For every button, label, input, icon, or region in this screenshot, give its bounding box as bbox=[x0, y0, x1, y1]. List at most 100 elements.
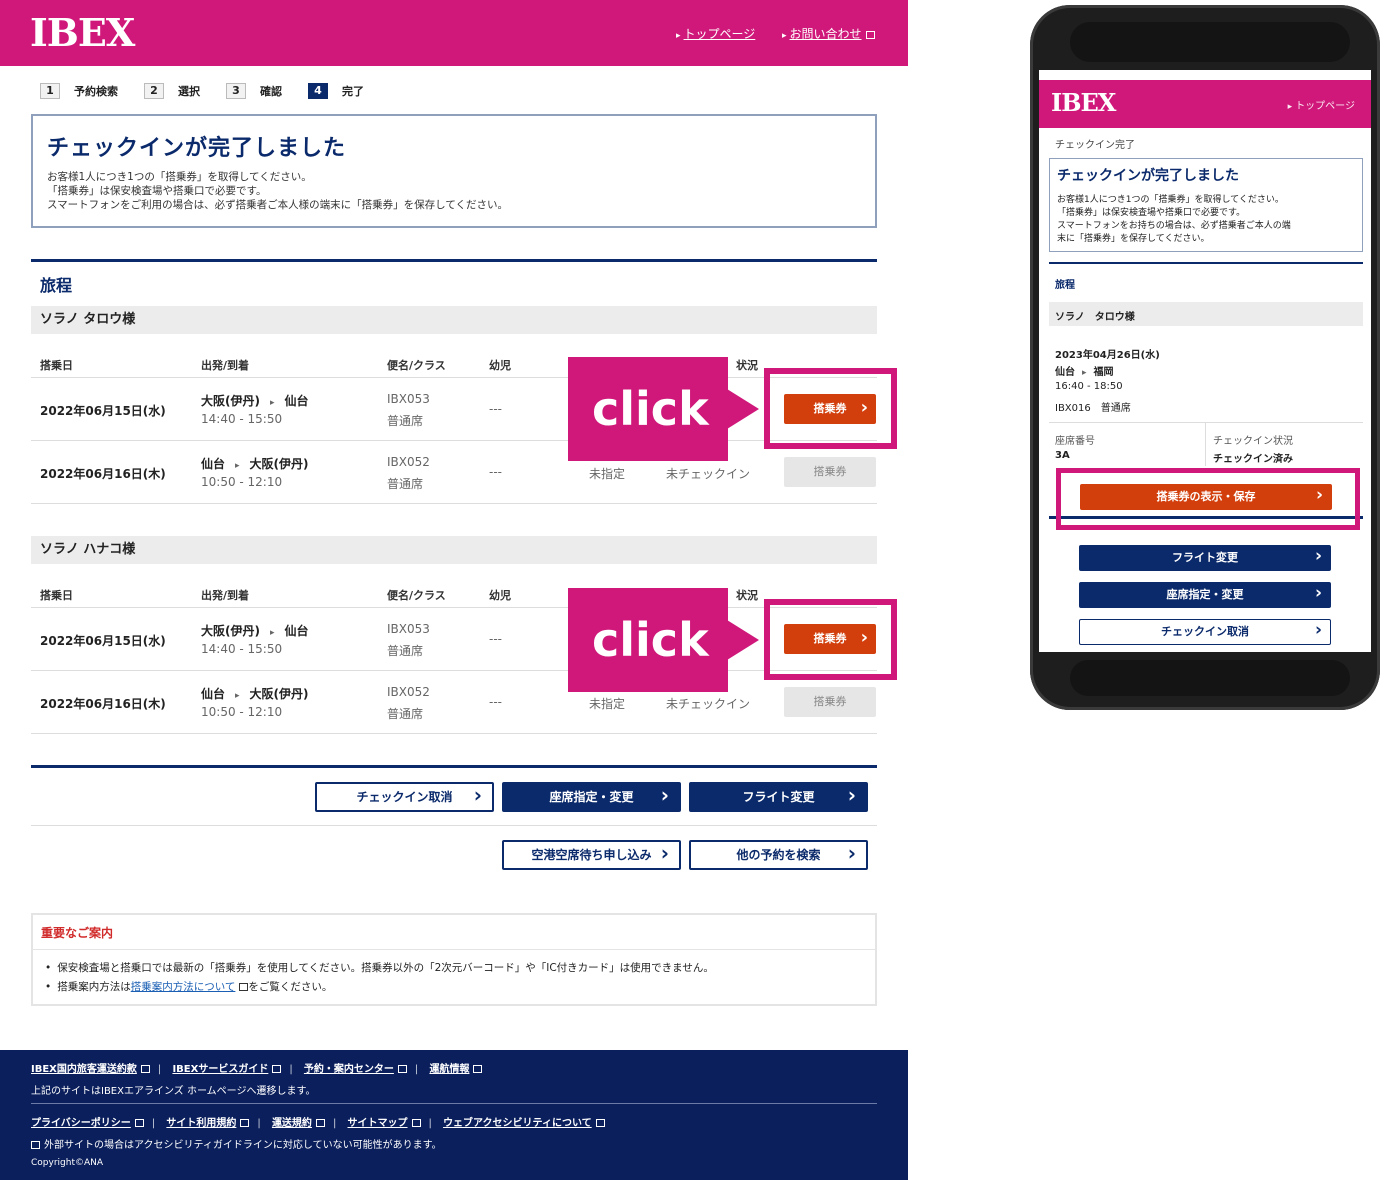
copyright: Copyright©ANA bbox=[31, 1158, 104, 1168]
top-page-link-label: トップページ bbox=[683, 27, 756, 41]
seat-change-button[interactable]: 座席指定・変更 › bbox=[502, 782, 681, 812]
click-callout: click bbox=[568, 588, 728, 692]
phone-cancel-checkin-button[interactable]: チェックイン取消 › bbox=[1079, 619, 1331, 645]
phone-seat-label: 座席番号 bbox=[1055, 436, 1095, 447]
boarding-guide-link[interactable]: 搭乗案内方法について bbox=[131, 981, 236, 993]
standby-request-button[interactable]: 空港空席待ち申し込み › bbox=[502, 840, 681, 870]
cancel-checkin-button[interactable]: チェックイン取消 › bbox=[315, 782, 494, 812]
flight-number: IBX053 bbox=[387, 392, 430, 406]
flight-number: IBX052 bbox=[387, 455, 430, 469]
external-link-icon bbox=[865, 30, 875, 39]
progress-steps: 1 予約検索 2 選択 3 確認 4 完了 bbox=[40, 82, 390, 100]
col-infant: 幼児 bbox=[489, 359, 511, 372]
footer-link-label: サイトマップ bbox=[347, 1118, 408, 1129]
footer-link-service-guide[interactable]: IBEXサービスガイド bbox=[172, 1064, 282, 1075]
phone-departure: 仙台 bbox=[1055, 367, 1075, 378]
arrow-right-icon: ▸ bbox=[235, 461, 240, 471]
flight-change-button[interactable]: フライト変更 › bbox=[689, 782, 868, 812]
phone-divider bbox=[1049, 262, 1363, 264]
step-3: 3 確認 bbox=[226, 83, 282, 99]
phone-top-page-link-label: トップページ bbox=[1295, 101, 1355, 112]
phone-breadcrumb: チェックイン完了 bbox=[1055, 140, 1135, 151]
footer-link-sitemap[interactable]: サイトマップ bbox=[348, 1118, 421, 1129]
flight-change-label: フライト変更 bbox=[742, 790, 815, 804]
ibex-logo[interactable]: IBEX bbox=[1051, 88, 1116, 117]
footer-link-terms[interactable]: サイト利用規約 bbox=[166, 1118, 250, 1129]
footer-link-carriage-terms[interactable]: IBEX国内旅客運送約款 bbox=[31, 1064, 150, 1075]
top-page-link[interactable]: トップページ bbox=[676, 25, 756, 42]
phone-passenger-name: ソラノ タロウ様 bbox=[1055, 312, 1135, 323]
boarding-pass-button-disabled: 搭乗券 bbox=[784, 687, 876, 717]
footer-link-reservation-center[interactable]: 予約・案内センター bbox=[304, 1064, 407, 1075]
seat-class: 普通席 bbox=[387, 414, 424, 428]
flight-time: 10:50 - 12:10 bbox=[201, 475, 283, 489]
phone-arrival: 福岡 bbox=[1093, 367, 1114, 378]
phone-passenger-bar: ソラノ タロウ様 bbox=[1049, 302, 1363, 326]
footer-link-accessibility[interactable]: ウェブアクセシビリティについて bbox=[443, 1118, 605, 1129]
phone-seat-change-button[interactable]: 座席指定・変更 › bbox=[1079, 582, 1331, 608]
phone-flight-change-button[interactable]: フライト変更 › bbox=[1079, 545, 1331, 571]
step-2: 2 選択 bbox=[144, 83, 200, 99]
seat-class: 普通席 bbox=[387, 644, 424, 658]
footer-link-label: IBEX国内旅客運送約款 bbox=[31, 1064, 137, 1075]
search-other-booking-button[interactable]: 他の予約を検索 › bbox=[689, 840, 868, 870]
important-notice: 重要なご案内 保安検査場と搭乗口では最新の「搭乗券」を使用してください。搭乗券以… bbox=[31, 913, 877, 1006]
flight-time: 14:40 - 15:50 bbox=[201, 412, 283, 426]
actions-rule bbox=[31, 825, 877, 826]
col-status: 状況 bbox=[736, 589, 758, 602]
footer-link-carriage[interactable]: 運送規約 bbox=[272, 1118, 325, 1129]
departure-airport: 仙台 bbox=[201, 687, 226, 701]
footer-note-text: 外部サイトの場合はアクセシビリティガイドラインに対応していない可能性があります。 bbox=[44, 1140, 442, 1151]
col-status: 状況 bbox=[736, 359, 758, 372]
phone-top-page-link[interactable]: トップページ bbox=[1288, 97, 1355, 112]
external-link-icon bbox=[240, 1119, 250, 1127]
seat-class: 普通席 bbox=[387, 477, 424, 491]
desktop-page: IBEX トップページ お問い合わせ 1 予約検索 2 選択 3 確認 4 完了 チェッ… bbox=[0, 0, 908, 1180]
phone-status-label: チェックイン状況 bbox=[1213, 436, 1293, 447]
footer-link-label: プライバシーポリシー bbox=[31, 1118, 131, 1129]
contact-link[interactable]: お問い合わせ bbox=[782, 25, 875, 42]
phone-seat-change-label: 座席指定・変更 bbox=[1166, 588, 1244, 601]
phone-route: 仙台 ▸ 福岡 bbox=[1055, 363, 1114, 378]
footer-link-label: サイト利用規約 bbox=[166, 1118, 237, 1129]
chevron-right-icon: › bbox=[473, 783, 482, 807]
done-message-1: お客様1人につき1つの「搭乗券」を取得してください。 bbox=[47, 171, 312, 183]
phone-flight-number: IBX016 普通席 bbox=[1055, 403, 1131, 414]
chevron-right-icon: › bbox=[847, 783, 856, 807]
itinerary-title: 旅程 bbox=[40, 276, 73, 295]
notice-item-text: 搭乗案内方法は bbox=[57, 981, 131, 993]
footer-link-privacy[interactable]: プライバシーポリシー bbox=[31, 1118, 144, 1129]
table-rule bbox=[31, 607, 877, 608]
cancel-checkin-label: チェックイン取消 bbox=[356, 790, 453, 804]
col-date: 搭乗日 bbox=[40, 359, 73, 372]
site-header: IBEX トップページ お問い合わせ bbox=[0, 0, 908, 66]
flight-date: 2022年06月15日(水) bbox=[40, 404, 166, 418]
flight-time: 10:50 - 12:10 bbox=[201, 705, 283, 719]
step-label: 予約検索 bbox=[74, 85, 118, 98]
external-link-icon bbox=[411, 1119, 421, 1127]
checkin-complete-box: チェックインが完了しました お客様1人につき1つの「搭乗券」を取得してください。… bbox=[31, 114, 877, 228]
boarding-pass-button-disabled: 搭乗券 bbox=[784, 457, 876, 487]
step-number: 3 bbox=[226, 83, 246, 99]
ibex-logo[interactable]: IBEX bbox=[30, 10, 135, 55]
footer-links-2: プライバシーポリシー | サイト利用規約 | 運送規約 | サイトマップ | ウェブアク… bbox=[31, 1114, 605, 1129]
step-number: 4 bbox=[308, 83, 328, 99]
arrival-airport: 大阪(伊丹) bbox=[249, 457, 309, 471]
external-link-icon bbox=[397, 1065, 407, 1073]
seat-status: 未指定 bbox=[589, 697, 626, 711]
chevron-right-icon: › bbox=[847, 841, 856, 865]
phone-col-rule bbox=[1205, 422, 1206, 466]
step-1: 1 予約検索 bbox=[40, 83, 118, 99]
footer-link-flight-status[interactable]: 運航情報 bbox=[429, 1064, 483, 1075]
table-rule bbox=[31, 733, 877, 734]
notice-item-text: をご覧ください。 bbox=[248, 981, 333, 993]
phone-itinerary-title: 旅程 bbox=[1055, 280, 1075, 291]
phone-message-2: 「搭乗券」は保安検査場や搭乗口で必要です。 bbox=[1057, 208, 1246, 218]
step-label: 完了 bbox=[342, 85, 364, 98]
phone-flight-change-label: フライト変更 bbox=[1172, 551, 1238, 564]
col-route: 出発/到着 bbox=[201, 589, 250, 602]
footer-link-label: ウェブアクセシビリティについて bbox=[443, 1118, 592, 1129]
footer-links-1: IBEX国内旅客運送約款 | IBEXサービスガイド | 予約・案内センター | 運航… bbox=[31, 1060, 483, 1075]
external-link-icon bbox=[595, 1119, 605, 1127]
phone-screen: IBEX トップページ チェックイン完了 チェックインが完了しました お客様1人… bbox=[1039, 70, 1371, 652]
